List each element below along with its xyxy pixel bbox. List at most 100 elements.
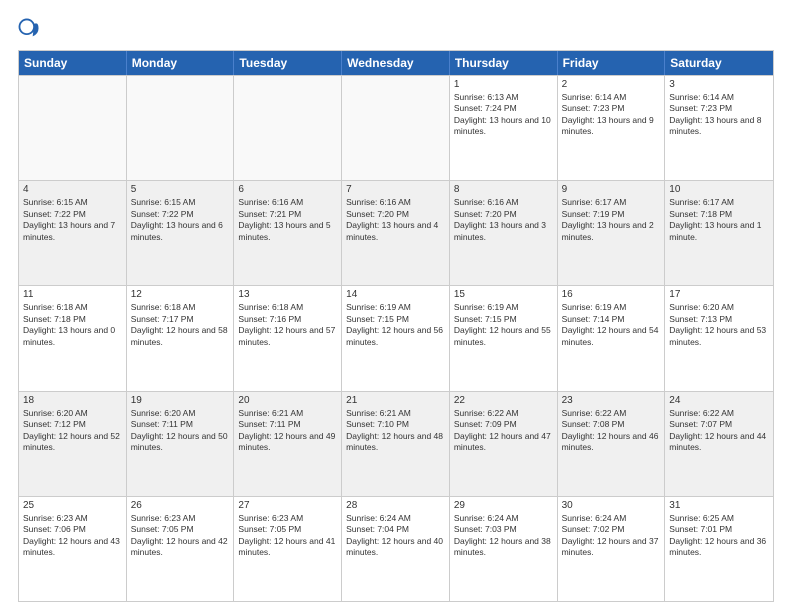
day-info: Sunrise: 6:16 AMSunset: 7:20 PMDaylight:… [346,197,445,243]
day-number: 1 [454,79,553,90]
day-number: 16 [562,289,661,300]
day-info: Sunrise: 6:14 AMSunset: 7:23 PMDaylight:… [562,92,661,138]
calendar-cell: 16Sunrise: 6:19 AMSunset: 7:14 PMDayligh… [558,286,666,390]
day-info: Sunrise: 6:19 AMSunset: 7:15 PMDaylight:… [346,302,445,348]
day-info: Sunrise: 6:20 AMSunset: 7:12 PMDaylight:… [23,408,122,454]
calendar-cell: 5 Sunrise: 6:15 AMSunset: 7:22 PMDaylight… [127,181,235,285]
calendar-cell: 20 Sunrise: 6:21 AMSunset: 7:11 PMDayligh… [234,392,342,496]
calendar-cell [127,76,235,180]
day-info: Sunrise: 6:17 AMSunset: 7:18 PMDaylight:… [669,197,769,243]
day-info: Sunrise: 6:24 AMSunset: 7:04 PMDaylight:… [346,513,445,559]
page: SundayMondayTuesdayWednesdayThursdayFrid… [0,0,792,612]
day-number: 31 [669,500,769,511]
day-number: 5 [131,184,230,195]
day-info: Sunrise: 6:22 AMSunset: 7:09 PMDaylight:… [454,408,553,454]
day-info: Sunrise: 6:17 AMSunset: 7:19 PMDaylight:… [562,197,661,243]
weekday-header: Saturday [665,51,773,75]
calendar-body: 1 Sunrise: 6:13 AMSunset: 7:24 PMDaylight… [19,75,773,601]
day-number: 26 [131,500,230,511]
calendar-cell: 27Sunrise: 6:23 AMSunset: 7:05 PMDayligh… [234,497,342,601]
day-info: Sunrise: 6:24 AMSunset: 7:02 PMDaylight:… [562,513,661,559]
calendar-cell: 3Sunrise: 6:14 AMSunset: 7:23 PMDaylight… [665,76,773,180]
day-info: Sunrise: 6:24 AMSunset: 7:03 PMDaylight:… [454,513,553,559]
day-info: Sunrise: 6:22 AMSunset: 7:08 PMDaylight:… [562,408,661,454]
calendar-cell: 23 Sunrise: 6:22 AMSunset: 7:08 PMDayligh… [558,392,666,496]
day-info: Sunrise: 6:23 AMSunset: 7:05 PMDaylight:… [131,513,230,559]
calendar-cell [234,76,342,180]
day-info: Sunrise: 6:16 AMSunset: 7:21 PMDaylight:… [238,197,337,243]
calendar-cell: 13 Sunrise: 6:18 AMSunset: 7:16 PMDayligh… [234,286,342,390]
calendar-cell: 21 Sunrise: 6:21 AMSunset: 7:10 PMDayligh… [342,392,450,496]
day-number: 6 [238,184,337,195]
calendar-row: 1 Sunrise: 6:13 AMSunset: 7:24 PMDaylight… [19,75,773,180]
day-info: Sunrise: 6:21 AMSunset: 7:11 PMDaylight:… [238,408,337,454]
day-number: 11 [23,289,122,300]
day-number: 23 [562,395,661,406]
calendar-cell: 17 Sunrise: 6:20 AMSunset: 7:13 PMDayligh… [665,286,773,390]
day-number: 22 [454,395,553,406]
weekday-header: Friday [558,51,666,75]
day-info: Sunrise: 6:23 AMSunset: 7:06 PMDaylight:… [23,513,122,559]
day-number: 10 [669,184,769,195]
day-number: 15 [454,289,553,300]
day-info: Sunrise: 6:16 AMSunset: 7:20 PMDaylight:… [454,197,553,243]
calendar-cell: 1 Sunrise: 6:13 AMSunset: 7:24 PMDaylight… [450,76,558,180]
calendar-cell: 22 Sunrise: 6:22 AMSunset: 7:09 PMDayligh… [450,392,558,496]
calendar-cell: 9 Sunrise: 6:17 AMSunset: 7:19 PMDaylight… [558,181,666,285]
day-info: Sunrise: 6:14 AMSunset: 7:23 PMDaylight:… [669,92,769,138]
day-number: 17 [669,289,769,300]
calendar-row: 18Sunrise: 6:20 AMSunset: 7:12 PMDayligh… [19,391,773,496]
calendar-cell: 19Sunrise: 6:20 AMSunset: 7:11 PMDayligh… [127,392,235,496]
day-number: 20 [238,395,337,406]
calendar-cell: 14 Sunrise: 6:19 AMSunset: 7:15 PMDayligh… [342,286,450,390]
calendar-row: 4Sunrise: 6:15 AMSunset: 7:22 PMDaylight… [19,180,773,285]
calendar-cell: 24Sunrise: 6:22 AMSunset: 7:07 PMDayligh… [665,392,773,496]
calendar-cell: 30 Sunrise: 6:24 AMSunset: 7:02 PMDayligh… [558,497,666,601]
day-number: 30 [562,500,661,511]
day-info: Sunrise: 6:15 AMSunset: 7:22 PMDaylight:… [131,197,230,243]
day-number: 14 [346,289,445,300]
day-info: Sunrise: 6:18 AMSunset: 7:18 PMDaylight:… [23,302,122,348]
day-info: Sunrise: 6:15 AMSunset: 7:22 PMDaylight:… [23,197,122,243]
calendar-cell: 31 Sunrise: 6:25 AMSunset: 7:01 PMDayligh… [665,497,773,601]
calendar-cell: 28 Sunrise: 6:24 AMSunset: 7:04 PMDayligh… [342,497,450,601]
calendar-cell: 10 Sunrise: 6:17 AMSunset: 7:18 PMDayligh… [665,181,773,285]
day-info: Sunrise: 6:20 AMSunset: 7:13 PMDaylight:… [669,302,769,348]
day-number: 12 [131,289,230,300]
calendar-cell: 26 Sunrise: 6:23 AMSunset: 7:05 PMDayligh… [127,497,235,601]
weekday-header: Sunday [19,51,127,75]
day-number: 13 [238,289,337,300]
day-number: 29 [454,500,553,511]
day-number: 7 [346,184,445,195]
weekday-header: Tuesday [234,51,342,75]
day-number: 8 [454,184,553,195]
calendar-cell [342,76,450,180]
day-info: Sunrise: 6:19 AMSunset: 7:15 PMDaylight:… [454,302,553,348]
calendar-row: 11 Sunrise: 6:18 AMSunset: 7:18 PMDayligh… [19,285,773,390]
day-number: 2 [562,79,661,90]
day-number: 21 [346,395,445,406]
logo [18,18,44,40]
logo-icon [18,18,40,40]
day-info: Sunrise: 6:13 AMSunset: 7:24 PMDaylight:… [454,92,553,138]
header [18,18,774,40]
day-number: 9 [562,184,661,195]
day-info: Sunrise: 6:18 AMSunset: 7:16 PMDaylight:… [238,302,337,348]
day-info: Sunrise: 6:22 AMSunset: 7:07 PMDaylight:… [669,408,769,454]
calendar-header: SundayMondayTuesdayWednesdayThursdayFrid… [19,51,773,75]
day-info: Sunrise: 6:21 AMSunset: 7:10 PMDaylight:… [346,408,445,454]
calendar: SundayMondayTuesdayWednesdayThursdayFrid… [18,50,774,602]
calendar-cell: 12 Sunrise: 6:18 AMSunset: 7:17 PMDayligh… [127,286,235,390]
weekday-header: Monday [127,51,235,75]
day-info: Sunrise: 6:25 AMSunset: 7:01 PMDaylight:… [669,513,769,559]
day-number: 19 [131,395,230,406]
day-number: 28 [346,500,445,511]
day-number: 27 [238,500,337,511]
day-info: Sunrise: 6:18 AMSunset: 7:17 PMDaylight:… [131,302,230,348]
calendar-cell: 29 Sunrise: 6:24 AMSunset: 7:03 PMDayligh… [450,497,558,601]
calendar-cell: 11 Sunrise: 6:18 AMSunset: 7:18 PMDayligh… [19,286,127,390]
calendar-cell: 2 Sunrise: 6:14 AMSunset: 7:23 PMDaylight… [558,76,666,180]
calendar-cell: 15 Sunrise: 6:19 AMSunset: 7:15 PMDayligh… [450,286,558,390]
day-number: 25 [23,500,122,511]
calendar-cell [19,76,127,180]
